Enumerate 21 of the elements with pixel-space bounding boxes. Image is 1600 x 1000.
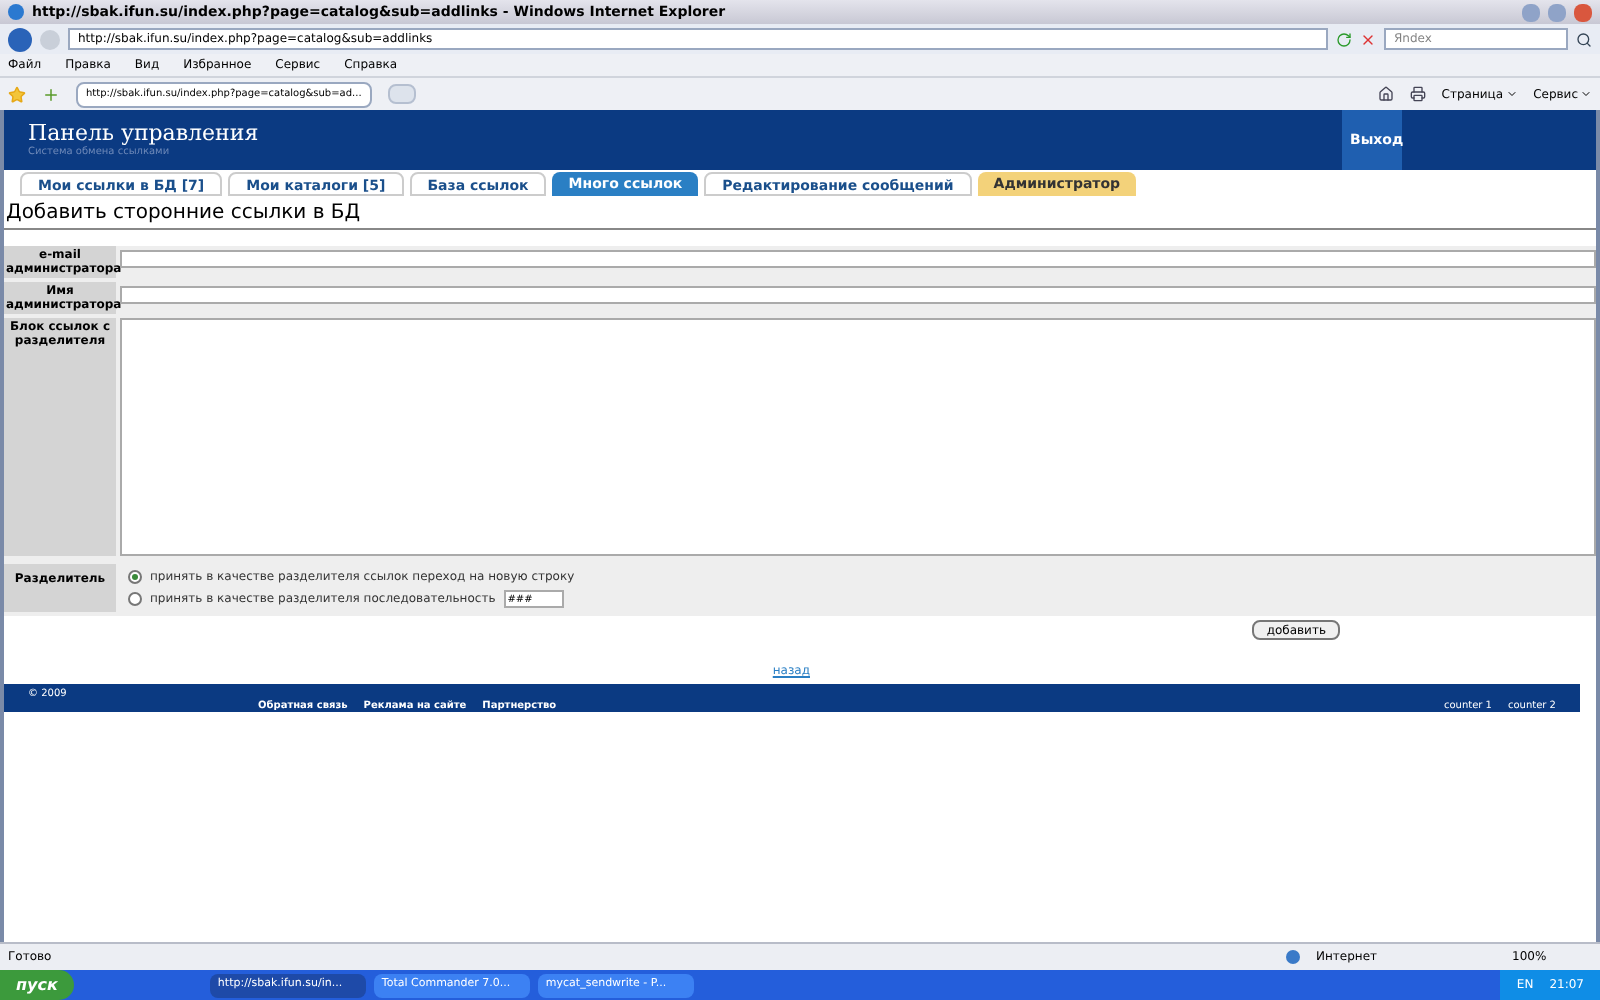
header-title: Панель управления (28, 122, 261, 146)
page-heading: Добавить сторонние ссылки в БД (4, 196, 1596, 230)
text-field[interactable] (120, 286, 1596, 304)
refresh-icon[interactable] (1336, 31, 1352, 47)
caret-icon[interactable] (1580, 88, 1592, 100)
stop-icon[interactable] (1360, 31, 1376, 47)
minimize-button[interactable] (1522, 3, 1540, 21)
printer-icon[interactable] (1409, 86, 1426, 102)
new-tab-button[interactable] (387, 84, 416, 104)
close-button[interactable] (1574, 3, 1592, 21)
caret-icon[interactable] (1505, 88, 1518, 100)
radio-button[interactable] (128, 570, 142, 584)
start-button[interactable]: пуск (0, 970, 74, 1000)
home-icon[interactable] (1377, 86, 1394, 102)
text-field[interactable] (120, 250, 1596, 268)
restore-button[interactable] (1548, 3, 1566, 21)
star-icon[interactable] (8, 85, 26, 103)
radio-button[interactable] (128, 592, 142, 606)
search-icon[interactable] (1576, 31, 1592, 47)
back-button[interactable] (8, 27, 32, 51)
plus-icon[interactable] (42, 85, 60, 103)
